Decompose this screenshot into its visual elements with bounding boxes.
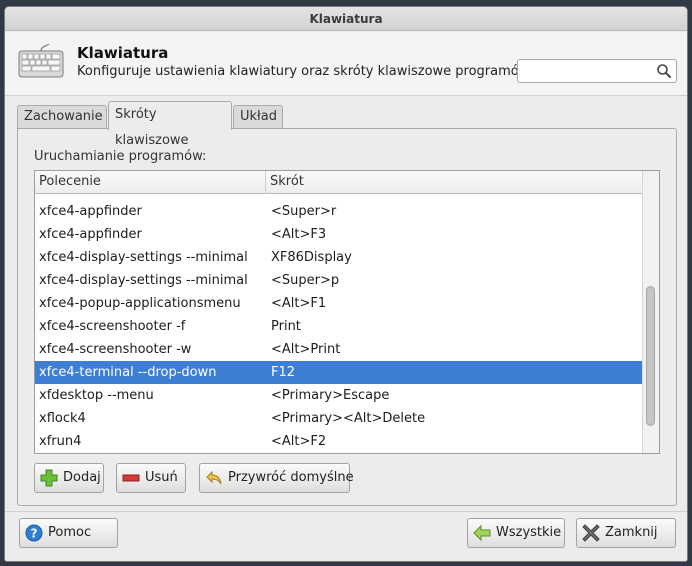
table-row[interactable]: xfdesktop --menu <Primary>Escape [35, 384, 643, 407]
shortcut-cell: <Primary><Alt>Delete [271, 411, 426, 426]
table-row[interactable]: xfce4-screenshooter -w <Alt>Print [35, 338, 643, 361]
table-row[interactable]: xflock4 <Primary><Alt>Delete [35, 407, 643, 430]
show-all-button[interactable]: Wszystkie [467, 518, 565, 548]
shortcuts-panel: Uruchamianie programów: Polecenie Skrót … [17, 128, 677, 506]
shortcuts-table: Polecenie Skrót xfce4-appfinder <Super>r x… [34, 170, 660, 454]
shortcut-cell: Print [271, 319, 301, 334]
close-button[interactable]: Zamknij [576, 518, 676, 548]
search-icon[interactable] [656, 63, 672, 79]
shortcut-cell: F12 [271, 365, 296, 380]
tab-layout-label: Układ [240, 109, 277, 124]
footer-divider [5, 511, 687, 512]
scrollbar-thumb[interactable] [646, 286, 655, 426]
remove-button[interactable]: Usuń [116, 463, 186, 493]
command-cell: xfrun4 [39, 434, 82, 449]
tab-shortcuts[interactable]: Skróty klawiszowe [108, 101, 232, 148]
tab-behavior[interactable]: Zachowanie [17, 105, 107, 129]
keyboard-settings-window: Klawiatura Klawiatura Konfiguruje ustawi… [4, 6, 688, 562]
shortcut-cell: XF86Display [271, 250, 352, 265]
command-cell: xfce4-popup-applicationsmenu [39, 296, 241, 311]
command-cell: xflock4 [39, 411, 86, 426]
shortcut-cell: <Alt>F1 [271, 296, 327, 311]
window-title: Klawiatura [5, 7, 687, 31]
close-icon [582, 524, 600, 542]
restore-defaults-label: Przywróć domyślne [228, 470, 354, 485]
keyboard-icon [18, 43, 64, 78]
command-cell: xfce4-appfinder [39, 204, 142, 219]
shortcut-cell: <Alt>F2 [271, 434, 327, 449]
shortcut-cell: <Alt>F3 [271, 227, 327, 242]
back-arrow-icon [473, 524, 491, 542]
vertical-scrollbar[interactable] [642, 171, 659, 453]
table-row[interactable]: xfce4-terminal --drop-down F12 [35, 361, 643, 384]
show-all-label: Wszystkie [496, 525, 562, 540]
column-header-shortcut[interactable]: Skrót [266, 171, 643, 194]
shortcut-cell: <Primary>Escape [271, 388, 390, 403]
command-cell: xfce4-display-settings --minimal [39, 250, 248, 265]
add-icon [40, 469, 58, 487]
tab-layout[interactable]: Układ [233, 105, 283, 129]
add-button[interactable]: Dodaj [34, 463, 104, 493]
command-cell: xfce4-appfinder [39, 227, 142, 242]
table-row[interactable]: xfce4-display-settings --minimal <Super>p [35, 269, 643, 292]
shortcut-cell: <Super>r [271, 204, 337, 219]
table-row[interactable]: xfce4-appfinder <Super>r [35, 200, 643, 223]
help-icon: ? [25, 524, 43, 542]
help-button-label: Pomoc [48, 525, 92, 540]
shortcut-cell: <Super>p [271, 273, 340, 288]
table-header: Polecenie Skrót [35, 171, 643, 194]
command-cell: xfce4-screenshooter -f [39, 319, 186, 334]
dialog-title: Klawiatura [77, 44, 169, 62]
tab-behavior-label: Zachowanie [24, 109, 103, 124]
table-row[interactable]: xfce4-appfinder <Alt>F3 [35, 223, 643, 246]
add-button-label: Dodaj [63, 470, 101, 485]
command-cell: xfce4-terminal --drop-down [39, 365, 217, 380]
command-cell: xfdesktop --menu [39, 388, 154, 403]
table-row[interactable]: xfce4-display-settings --minimal XF86Disp… [35, 246, 643, 269]
dialog-header: Klawiatura Konfiguruje ustawienia klawia… [5, 32, 687, 96]
column-header-command[interactable]: Polecenie [35, 171, 266, 194]
remove-icon [122, 474, 140, 482]
remove-button-label: Usuń [145, 470, 178, 485]
tab-shortcuts-label: Skróty klawiszowe [115, 107, 189, 148]
restore-defaults-button[interactable]: Przywróć domyślne [199, 463, 354, 493]
shortcut-cell: <Alt>Print [271, 342, 341, 357]
undo-icon [206, 470, 222, 485]
search-field[interactable] [517, 59, 677, 83]
command-cell: xfce4-display-settings --minimal [39, 273, 248, 288]
table-row[interactable]: xfce4-screenshooter -f Print [35, 315, 643, 338]
dialog-subtitle: Konfiguruje ustawienia klawiatury oraz s… [77, 64, 530, 79]
table-row[interactable]: xfce4-popup-applicationsmenu <Alt>F1 [35, 292, 643, 315]
command-cell: xfce4-screenshooter -w [39, 342, 192, 357]
svg-text:?: ? [31, 527, 38, 541]
close-button-label: Zamknij [605, 525, 658, 540]
table-row[interactable]: xfrun4 <Alt>F2 [35, 430, 643, 453]
help-button[interactable]: ? Pomoc [19, 518, 118, 548]
